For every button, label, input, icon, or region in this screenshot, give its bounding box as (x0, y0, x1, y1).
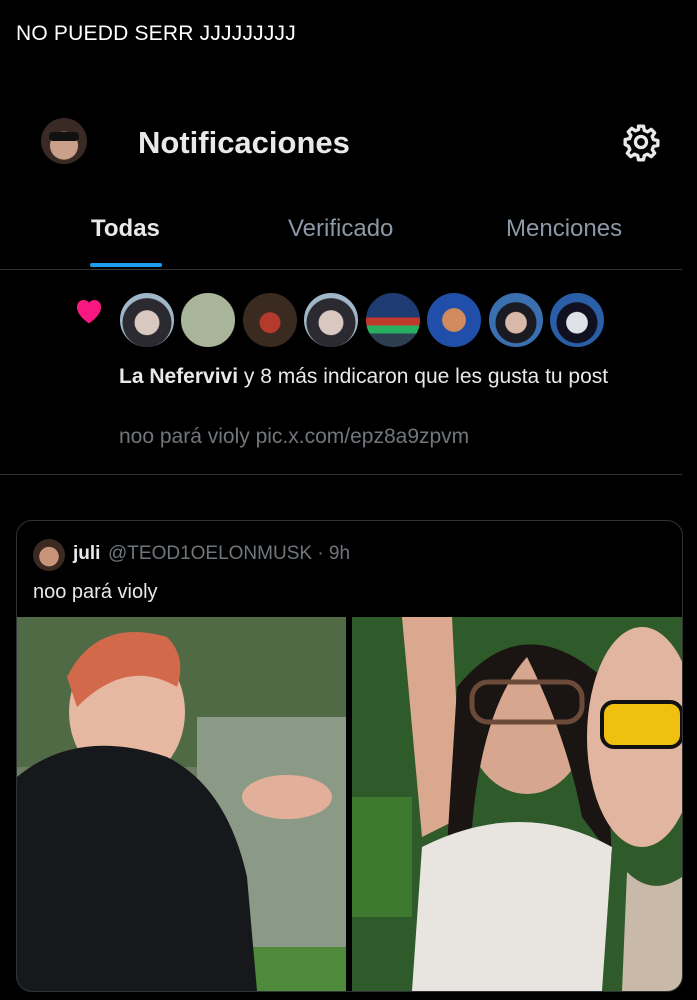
gear-icon[interactable] (621, 122, 661, 162)
top-bar: Notificaciones (0, 108, 697, 178)
notification-tabs: Todas Verificado Menciones (0, 205, 682, 270)
avatar[interactable] (303, 292, 359, 348)
avatar[interactable] (549, 292, 605, 348)
avatar[interactable] (119, 292, 175, 348)
like-notification[interactable]: La Nefervivi y 8 más indicaron que les g… (0, 270, 682, 475)
author-name[interactable]: juli (73, 543, 100, 565)
image-caption: NO PUEDD SERR JJJJJJJJJ (16, 22, 296, 45)
avatar[interactable] (488, 292, 544, 348)
tab-verificado[interactable]: Verificado (288, 215, 393, 243)
actor-name[interactable]: La Nefervivi (119, 365, 238, 388)
avatar[interactable] (180, 292, 236, 348)
notification-text: La Nefervivi y 8 más indicaron que les g… (119, 361, 649, 392)
post-preview: noo pará violy pic.x.com/epz8a9zpvm (119, 425, 470, 448)
avatar[interactable] (33, 539, 65, 571)
tab-todas[interactable]: Todas (91, 215, 160, 243)
post-image[interactable] (17, 617, 346, 991)
heart-icon (76, 299, 102, 324)
active-tab-indicator (90, 263, 162, 267)
post-image[interactable] (352, 617, 682, 991)
avatar[interactable] (426, 292, 482, 348)
tab-menciones[interactable]: Menciones (506, 215, 622, 243)
quoted-post[interactable]: juli @TEOD1OELONMUSK · 9h noo pará violy (16, 520, 683, 992)
notification-action: y 8 más indicaron que les gusta tu post (238, 365, 609, 388)
page-title: Notificaciones (138, 125, 350, 160)
author-handle-time: @TEOD1OELONMUSK · 9h (108, 543, 351, 564)
avatar[interactable] (365, 292, 421, 348)
post-text: noo pará violy (33, 581, 158, 603)
profile-avatar[interactable] (41, 118, 87, 164)
avatar[interactable] (242, 292, 298, 348)
